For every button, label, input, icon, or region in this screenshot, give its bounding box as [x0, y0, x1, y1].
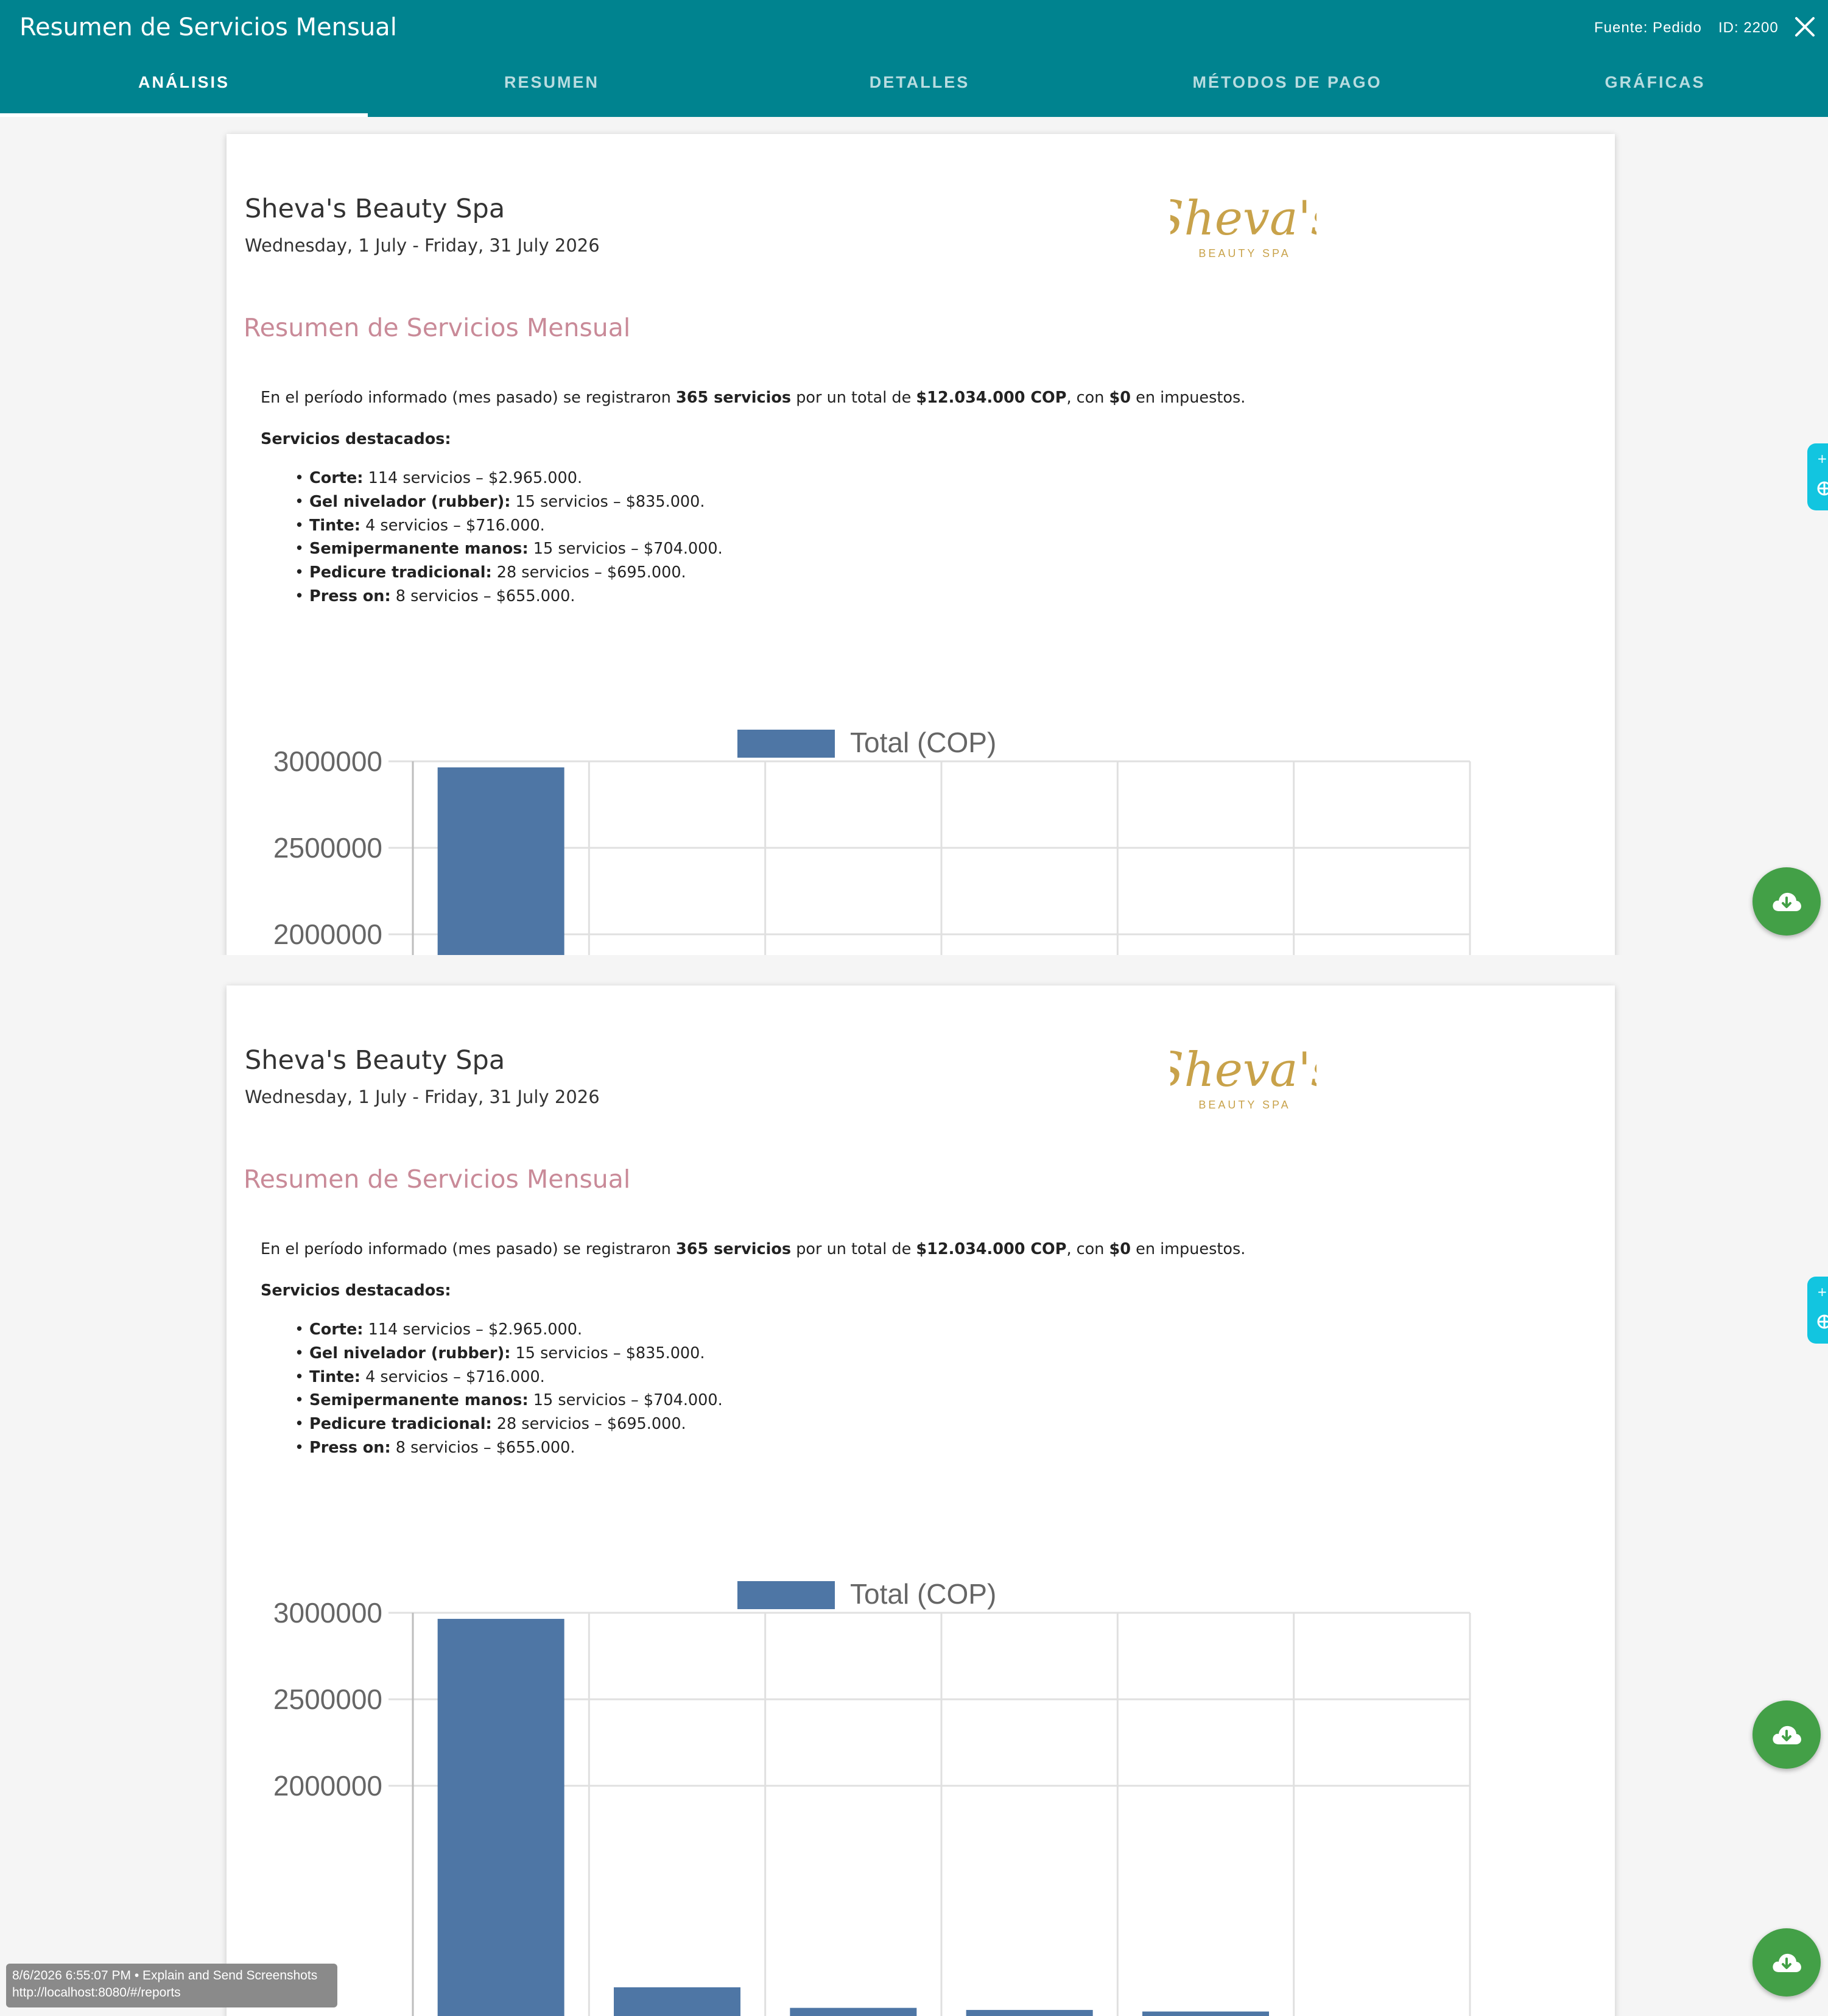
legend-swatch[interactable]	[737, 1581, 835, 1609]
svg-text:+: +	[1817, 451, 1827, 466]
status-timestamp: 8/6/2026 6:55:07 PM • Explain and Send S…	[12, 1968, 318, 1983]
y-tick-label: 2500000	[273, 832, 382, 864]
tab-metodos-de-pago[interactable]: MÉTODOS DE PAGO	[1103, 73, 1471, 100]
close-icon	[1795, 17, 1815, 37]
crosshair-icon: +	[1817, 451, 1828, 496]
bar-2[interactable]	[790, 2007, 917, 2016]
download-button[interactable]	[1752, 1701, 1821, 1769]
cloud-download-icon	[1773, 892, 1801, 911]
report-view: Sheva's Beauty Spa Wednesday, 1 July - F…	[0, 117, 1828, 955]
bar-0[interactable]	[437, 767, 564, 955]
tab-analisis[interactable]: ANÁLISIS	[0, 73, 368, 100]
status-tooltip: 8/6/2026 6:55:07 PM • Explain and Send S…	[6, 1964, 337, 2007]
close-button[interactable]	[1790, 12, 1819, 41]
report-id-label: ID: 2200	[1718, 19, 1779, 36]
legend-swatch[interactable]	[737, 730, 835, 758]
tab-graficas[interactable]: GRÁFICAS	[1471, 73, 1828, 100]
bar-3[interactable]	[966, 2010, 1093, 2016]
legend-label: Total (COP)	[850, 1578, 996, 1610]
download-button[interactable]	[1752, 1928, 1821, 1997]
status-url: http://localhost:8080/#/reports	[12, 1986, 181, 2000]
legend-label: Total (COP)	[850, 727, 996, 758]
tab-resumen[interactable]: RESUMEN	[368, 73, 736, 100]
y-tick-label: 2000000	[273, 918, 382, 950]
crosshair-icon: +	[1817, 1285, 1828, 1329]
bar-chart: Total (COP) 3000000 2500000 2000000	[273, 1578, 1471, 2016]
report-card: Sheva's Beauty Spa Wednesday, 1 July - F…	[227, 985, 1615, 2016]
bar-4[interactable]	[1142, 2011, 1269, 2016]
bar-1[interactable]	[614, 1987, 740, 2016]
bar-0[interactable]	[437, 1618, 564, 2016]
report-card: Sheva's Beauty Spa Wednesday, 1 July - F…	[227, 134, 1615, 955]
app-title: Resumen de Servicios Mensual	[19, 13, 397, 41]
report-view: Sheva's Beauty Spa Wednesday, 1 July - F…	[0, 968, 1828, 2016]
bar-chart: Total (COP) 3000000 2500000 2000000	[273, 727, 1471, 955]
side-panel-tab[interactable]: +	[1807, 443, 1828, 510]
y-tick-label: 2000000	[273, 1770, 382, 1802]
y-tick-label: 3000000	[273, 1597, 382, 1629]
y-tick-label: 2500000	[273, 1683, 382, 1715]
cloud-download-icon	[1773, 1725, 1801, 1744]
source-label: Fuente: Pedido	[1594, 19, 1702, 36]
cloud-download-icon	[1773, 1953, 1801, 1972]
y-tick-label: 3000000	[273, 745, 382, 777]
app-bar: Resumen de Servicios Mensual Fuente: Ped…	[0, 0, 1828, 117]
side-panel-tab[interactable]: +	[1807, 1277, 1828, 1344]
download-button[interactable]	[1752, 867, 1821, 936]
svg-text:+: +	[1817, 1285, 1827, 1299]
tab-detalles[interactable]: DETALLES	[736, 73, 1103, 100]
